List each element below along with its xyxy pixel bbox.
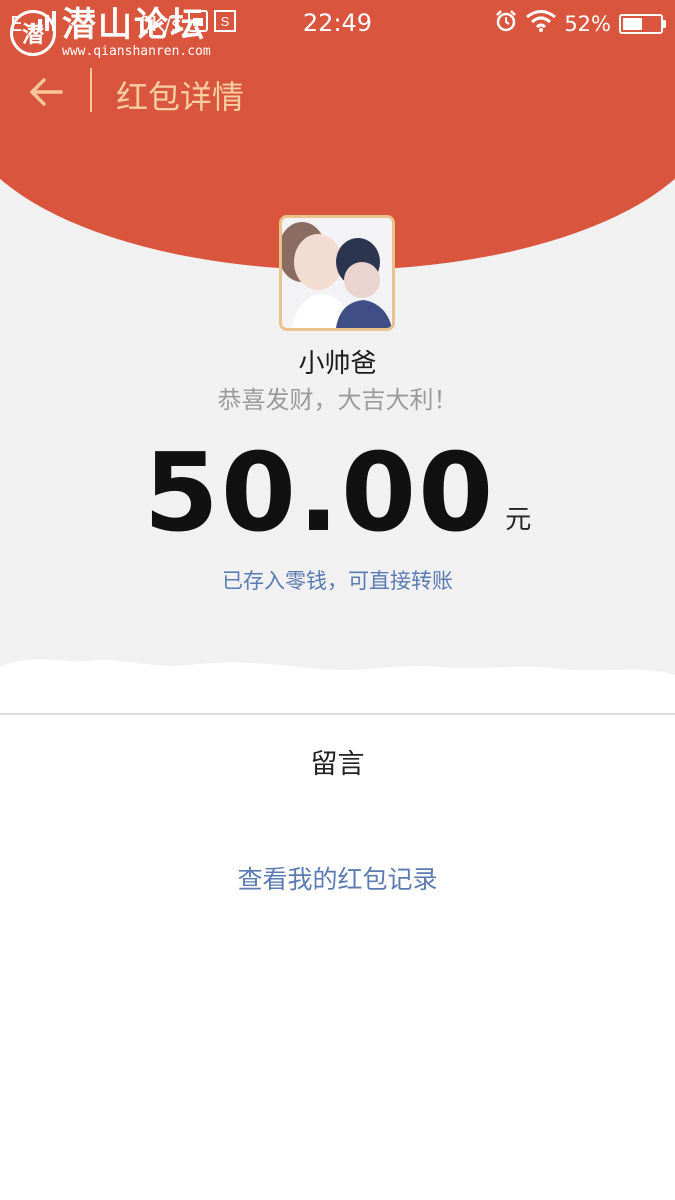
- battery-percent: 52%: [564, 11, 611, 36]
- forum-watermark: 潜 潜山论坛 www.qianshanren.com: [10, 8, 211, 58]
- page-title: 红包详情: [116, 78, 245, 116]
- message-label: 留言: [310, 749, 365, 780]
- greeting-message: 恭喜发财，大吉大利！: [217, 386, 458, 414]
- back-button[interactable]: [18, 64, 74, 120]
- sender-avatar[interactable]: [279, 215, 395, 331]
- view-records-link[interactable]: 查看我的红包记录: [0, 860, 675, 896]
- status-right: 52%: [494, 9, 666, 38]
- amount-unit: 元: [505, 505, 532, 535]
- sender-name: 小帅爸: [298, 349, 377, 379]
- wifi-icon: [526, 10, 557, 37]
- watermark-logo-icon: 潜: [10, 10, 56, 56]
- section-divider: [0, 713, 675, 715]
- cloud-edge-decoration: [0, 659, 675, 715]
- back-arrow-icon: [30, 78, 63, 106]
- nav-divider: [90, 68, 92, 112]
- battery-icon: [619, 13, 666, 34]
- amount-value: 50.00: [143, 431, 496, 556]
- alarm-icon: [494, 9, 518, 38]
- watermark-title: 潜山论坛: [62, 5, 206, 45]
- packet-summary-area: E 0K/s S 22:49 52% 潜 潜山论坛 www.qianshanre…: [0, 0, 675, 715]
- amount-row: 50.00 元: [0, 440, 675, 548]
- watermark-url: www.qianshanren.com: [62, 44, 211, 59]
- deposit-status-link[interactable]: 已存入零钱，可直接转账: [0, 565, 675, 595]
- battery-level: [623, 17, 642, 30]
- nav-bar: 红包详情: [0, 60, 675, 120]
